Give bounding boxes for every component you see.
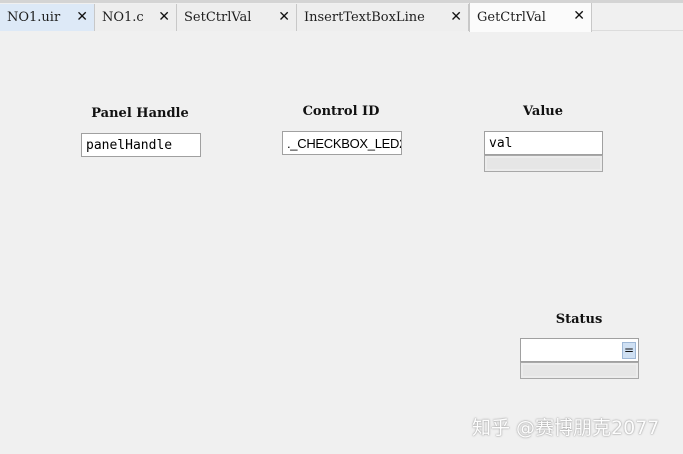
value-input[interactable]: val: [484, 131, 603, 155]
status-input[interactable]: =: [520, 338, 639, 362]
panel-handle-label: Panel Handle: [91, 106, 189, 121]
close-icon[interactable]: ✕: [76, 9, 88, 25]
value-label: Value: [523, 104, 563, 119]
tab-label: SetCtrlVal: [184, 10, 252, 25]
status-label: Status: [555, 312, 603, 327]
tab-bar: NO1.uir ✕ NO1.c ✕ SetCtrlVal ✕ InsertTex…: [0, 0, 683, 32]
watermark-text: 知乎 @赛博朋克2077: [472, 417, 660, 439]
tab-label: NO1.c: [102, 10, 144, 25]
tab-setctrlval[interactable]: SetCtrlVal ✕: [177, 4, 297, 31]
close-icon[interactable]: ✕: [278, 9, 290, 25]
equals-button[interactable]: =: [622, 342, 636, 359]
tab-inserttextboxline[interactable]: InsertTextBoxLine ✕: [297, 4, 469, 31]
tab-getctrlval[interactable]: GetCtrlVal ✕: [469, 3, 592, 32]
tab-no1-uir[interactable]: NO1.uir ✕: [0, 4, 95, 31]
tab-no1-c[interactable]: NO1.c ✕: [95, 4, 177, 31]
panel-handle-input[interactable]: panelHandle: [81, 133, 201, 157]
value-subfield: [484, 155, 603, 172]
tab-label: GetCtrlVal: [477, 10, 546, 25]
status-subfield: [520, 362, 639, 379]
tab-label: InsertTextBoxLine: [304, 10, 425, 25]
control-id-label: Control ID: [302, 104, 380, 119]
close-icon[interactable]: ✕: [450, 9, 462, 25]
close-icon[interactable]: ✕: [573, 8, 585, 24]
close-icon[interactable]: ✕: [158, 9, 170, 25]
control-id-input[interactable]: ._CHECKBOX_LED2: [282, 131, 402, 155]
tab-label: NO1.uir: [7, 10, 61, 25]
